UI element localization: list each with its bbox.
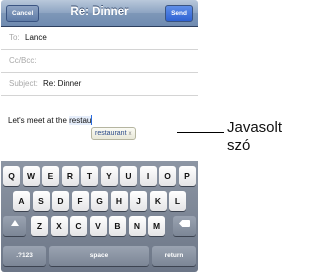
navigation-bar: Cancel Re: Dinner Send (1, 0, 198, 27)
key-v[interactable]: V (89, 216, 107, 236)
subject-label: Subject: (9, 79, 38, 88)
key-f[interactable]: F (71, 191, 89, 211)
key-w[interactable]: W (22, 166, 40, 186)
key-a[interactable]: A (13, 191, 30, 211)
key-k[interactable]: K (149, 191, 167, 211)
callout-line1: Javasolt (227, 119, 283, 136)
key-i[interactable]: I (139, 166, 157, 186)
delete-key[interactable] (173, 216, 196, 236)
subject-field[interactable]: Subject: Re: Dinner (1, 73, 198, 96)
key-c[interactable]: C (70, 216, 87, 236)
return-key[interactable]: return (152, 246, 196, 266)
send-button[interactable]: Send (165, 5, 193, 22)
key-o[interactable]: O (159, 166, 176, 186)
key-p[interactable]: P (178, 166, 196, 186)
to-value: Lance (25, 33, 47, 42)
key-z[interactable]: Z (31, 216, 48, 236)
to-field[interactable]: To: Lance (1, 27, 198, 50)
shift-key[interactable] (3, 216, 26, 236)
key-e[interactable]: E (42, 166, 59, 186)
subject-value: Re: Dinner (43, 79, 82, 88)
to-label: To: (9, 33, 20, 42)
key-j[interactable]: J (130, 191, 147, 211)
phone-screen: Cancel Re: Dinner Send To: Lance Cc/Bcc:… (1, 0, 198, 272)
key-r[interactable]: R (61, 166, 79, 186)
key-u[interactable]: U (120, 166, 137, 186)
key-x[interactable]: X (50, 216, 68, 236)
dismiss-suggestion-icon[interactable]: x (129, 131, 132, 137)
suggestion-text: restaurant (95, 130, 127, 137)
shift-arrow-icon (10, 220, 19, 226)
callout-label: Javasolt szó (227, 119, 282, 155)
autocorrect-suggestion[interactable]: restaurant x (91, 127, 136, 140)
key-h[interactable]: H (110, 191, 128, 211)
body-text: Let's meet at the (8, 116, 70, 125)
message-body[interactable]: Let's meet at the restau (8, 115, 93, 125)
key-b[interactable]: B (109, 216, 126, 236)
key-t[interactable]: T (81, 166, 98, 186)
backspace-icon (179, 220, 190, 227)
cc-bcc-label: Cc/Bcc: (9, 56, 37, 65)
key-q[interactable]: Q (3, 166, 20, 186)
space-key[interactable]: space (49, 246, 149, 266)
key-n[interactable]: N (128, 216, 146, 236)
key-m[interactable]: M (148, 216, 165, 236)
key-d[interactable]: D (52, 191, 69, 211)
text-cursor (91, 115, 93, 125)
cc-bcc-field[interactable]: Cc/Bcc: (1, 50, 198, 73)
numbers-key[interactable]: .?123 (3, 246, 46, 266)
callout-line2: szó (227, 137, 251, 154)
key-y[interactable]: Y (100, 166, 118, 186)
typed-word: restau (69, 116, 92, 125)
keyboard: .?123 space return QWERTYUIOP ASDFGHJKL ZX… (1, 161, 198, 272)
key-l[interactable]: L (169, 191, 186, 211)
key-s[interactable]: S (32, 191, 50, 211)
callout-line (177, 132, 224, 133)
key-g[interactable]: G (91, 191, 108, 211)
